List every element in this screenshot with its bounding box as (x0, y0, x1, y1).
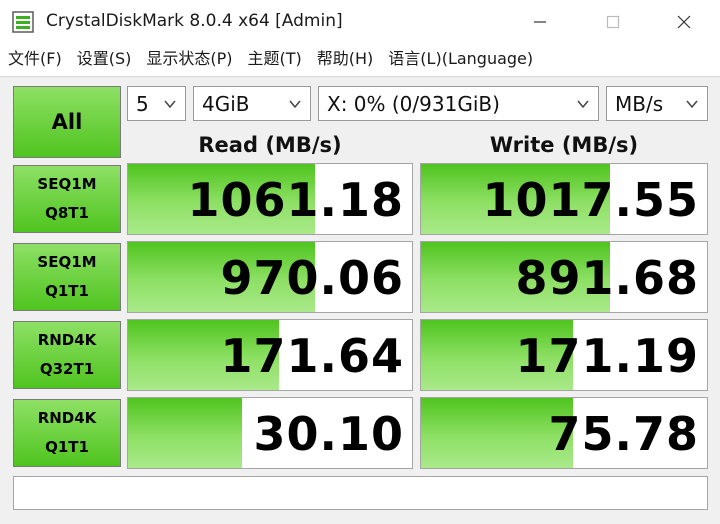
write-header: Write (MB/s) (489, 133, 639, 157)
read-result-value: 171.64 (220, 329, 404, 383)
maximize-icon (606, 15, 620, 29)
all-button[interactable]: All (13, 86, 121, 158)
test-params: Q32T1 (39, 360, 95, 378)
test-size-value: 4GiB (202, 91, 250, 116)
close-icon (677, 15, 691, 29)
write-result-cell: 171.19 (420, 319, 708, 391)
test-params: Q8T1 (45, 204, 89, 222)
test-count-value: 5 (136, 91, 149, 116)
menu-profile[interactable]: 显示状态(P) (138, 44, 239, 74)
menu-file[interactable]: 文件(F) (0, 44, 69, 74)
crystaldiskmark-icon (12, 11, 34, 33)
write-result-value: 891.68 (515, 251, 699, 305)
unit-select[interactable]: MB/s (606, 86, 708, 121)
minimize-icon (534, 21, 546, 23)
title-bar: CrystalDiskMark 8.0.4 x64 [Admin] (0, 0, 720, 44)
read-header: Read (MB/s) (198, 133, 342, 157)
write-result-value: 171.19 (515, 329, 699, 383)
read-result-cell: 970.06 (127, 241, 413, 313)
test-name: SEQ1M (37, 175, 97, 193)
test-button-seq1m-q8t1[interactable]: SEQ1M Q8T1 (13, 165, 121, 233)
write-result-value: 75.78 (548, 407, 699, 461)
write-result-value: 1017.55 (482, 173, 699, 227)
maximize-button[interactable] (585, 0, 641, 44)
menu-help[interactable]: 帮助(H) (309, 44, 381, 74)
chevron-down-icon (686, 100, 698, 109)
read-result-cell: 1061.18 (127, 163, 413, 235)
chevron-down-icon (289, 100, 301, 109)
menu-language[interactable]: 语言(L)(Language) (380, 44, 540, 74)
write-result-cell: 1017.55 (420, 163, 708, 235)
menu-theme[interactable]: 主题(T) (240, 44, 309, 74)
chevron-down-icon (164, 100, 176, 109)
test-name: RND4K (37, 331, 97, 349)
test-size-select[interactable]: 4GiB (193, 86, 311, 121)
read-result-value: 1061.18 (187, 173, 404, 227)
close-button[interactable] (656, 0, 712, 44)
test-params: Q1T1 (45, 438, 89, 456)
drive-select[interactable]: X: 0% (0/931GiB) (318, 86, 599, 121)
test-button-rnd4k-q32t1[interactable]: RND4K Q32T1 (13, 321, 121, 389)
window-title: CrystalDiskMark 8.0.4 x64 [Admin] (46, 11, 343, 31)
read-result-cell: 30.10 (127, 397, 413, 469)
drive-value: X: 0% (0/931GiB) (327, 91, 500, 116)
read-result-value: 970.06 (220, 251, 404, 305)
test-name: RND4K (37, 409, 97, 427)
comment-field[interactable] (13, 476, 708, 510)
read-result-bar (128, 398, 242, 468)
minimize-button[interactable] (512, 0, 568, 44)
test-name: SEQ1M (37, 253, 97, 271)
read-result-value: 30.10 (253, 407, 404, 461)
test-button-rnd4k-q1t1[interactable]: RND4K Q1T1 (13, 399, 121, 467)
test-count-select[interactable]: 5 (127, 86, 186, 121)
unit-value: MB/s (615, 91, 664, 116)
chevron-down-icon (577, 100, 589, 109)
menu-settings[interactable]: 设置(S) (69, 44, 139, 74)
read-result-cell: 171.64 (127, 319, 413, 391)
menu-bar: 文件(F) 设置(S) 显示状态(P) 主题(T) 帮助(H) 语言(L)(La… (0, 44, 720, 74)
test-params: Q1T1 (45, 282, 89, 300)
test-button-seq1m-q1t1[interactable]: SEQ1M Q1T1 (13, 243, 121, 311)
write-result-cell: 75.78 (420, 397, 708, 469)
write-result-cell: 891.68 (420, 241, 708, 313)
